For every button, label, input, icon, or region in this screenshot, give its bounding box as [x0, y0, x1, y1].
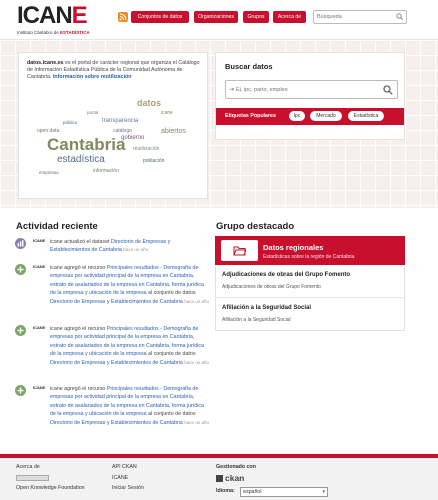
tag-estadistica[interactable]: Estadística: [348, 111, 384, 121]
search-icon[interactable]: [383, 85, 393, 95]
site-footer: Acerca de Open Knowledge Foundation API …: [0, 458, 438, 500]
list-item[interactable]: Afiliación a la Seguridad Social Afiliac…: [216, 298, 404, 331]
reuse-info-link[interactable]: Información sobre reutilización: [53, 74, 132, 80]
dataset-search: ⇥: [225, 80, 398, 99]
add-resource-icon: [15, 385, 26, 396]
rss-icon[interactable]: [118, 12, 128, 22]
ckan-logo[interactable]: ckan: [216, 473, 244, 483]
tag-mercado[interactable]: Mercado: [310, 111, 342, 121]
featured-group-title[interactable]: Datos regionales: [263, 243, 323, 252]
okfn-badge-icon[interactable]: [16, 475, 49, 481]
dataset-link[interactable]: Directorio de Empresas y Establecimiento…: [50, 360, 183, 366]
popular-tags-label: Etiquetas Populares: [225, 113, 276, 119]
group-dataset-list: Adjudicaciones de obras del Grupo Foment…: [215, 265, 405, 331]
footer-icane-link[interactable]: ICANE: [112, 475, 128, 481]
site-header: ICANE Instituto Cántabro de ESTADÍSTICA …: [0, 0, 438, 40]
word-cloud-image: Cantabria estadística transparencia dato…: [37, 98, 186, 175]
about-box: datos.icane.es es el portal de carácter …: [18, 52, 208, 199]
icane-logo[interactable]: ICANE Instituto Cántabro de ESTADÍSTICA: [17, 4, 99, 36]
list-item[interactable]: Adjudicaciones de obras del Grupo Foment…: [216, 265, 404, 298]
language-label: Idioma:: [216, 488, 235, 494]
nav-organizations[interactable]: Organizaciones: [194, 11, 238, 23]
nav-about[interactable]: Acerca de: [273, 11, 306, 23]
group-section-title: Grupo destacado: [216, 221, 295, 232]
about-text: datos.icane.es es el portal de carácter …: [27, 60, 200, 80]
featured-group-card[interactable]: Datos regionales Estadísticas sobre la r…: [215, 236, 405, 265]
icane-avatar: ICANE: [33, 238, 46, 243]
footer-api-link[interactable]: API CKAN: [112, 464, 137, 470]
popular-tags-bar: Etiquetas Populares Ipc Mercado Estadíst…: [216, 108, 404, 125]
nav-datasets[interactable]: Conjuntos de datos: [131, 11, 189, 23]
icane-avatar: ICANE: [33, 264, 46, 269]
dataset-link[interactable]: Directorio de Empresas y Establecimiento…: [50, 420, 183, 426]
chevron-down-icon: ▾: [322, 489, 325, 495]
footer-about-label[interactable]: Acerca de: [16, 464, 40, 470]
ckan-icon: [216, 475, 223, 482]
header-search-input[interactable]: [317, 12, 395, 22]
search-panel-title: Buscar datos: [225, 62, 273, 71]
dataset-search-input[interactable]: [236, 85, 376, 95]
language-select[interactable]: español ▾: [240, 487, 328, 497]
header-search: [313, 10, 407, 24]
dataset-link[interactable]: Directorio de Empresas y Establecimiento…: [50, 299, 183, 305]
hero-section: datos.icane.es es el portal de carácter …: [0, 40, 438, 208]
icane-avatar: ICANE: [33, 385, 46, 390]
add-resource-icon: [15, 264, 26, 275]
icane-avatar: ICANE: [33, 325, 46, 330]
search-icon[interactable]: [396, 13, 403, 20]
search-panel: Buscar datos ⇥ Etiquetas Populares Ipc M…: [215, 52, 405, 140]
update-icon: [15, 238, 26, 249]
okfn-link[interactable]: Open Knowledge Foundation: [16, 485, 85, 491]
folder-icon: [221, 240, 258, 261]
nav-groups[interactable]: Grupos: [243, 11, 269, 23]
enter-arrow-icon: ⇥: [229, 87, 235, 93]
powered-by-label: Gestionado con: [216, 464, 257, 470]
add-resource-icon: [15, 325, 26, 336]
footer-login-link[interactable]: Iniciar Sesión: [112, 485, 144, 491]
tag-ipc[interactable]: Ipc: [289, 111, 305, 121]
activity-title: Actividad reciente: [16, 221, 98, 232]
featured-group-desc: Estadísticas sobre la región de Cantabri…: [263, 254, 355, 260]
